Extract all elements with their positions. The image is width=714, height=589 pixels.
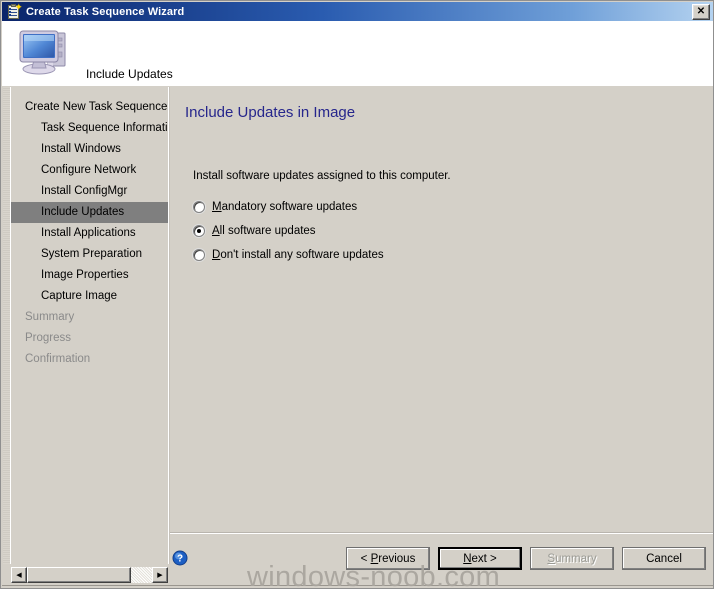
scroll-track[interactable] — [27, 566, 152, 583]
sidebar-item-image-properties[interactable]: Image Properties — [11, 265, 168, 286]
title-bar: ✦ Create Task Sequence Wizard ✕ — [2, 1, 713, 21]
close-icon: ✕ — [696, 6, 706, 17]
cancel-button[interactable]: Cancel — [622, 547, 706, 570]
summary-button: Summary — [530, 547, 614, 570]
scroll-thumb[interactable] — [27, 566, 131, 583]
right-arrow-icon: ▶ — [157, 571, 163, 579]
sidebar-item-install-windows[interactable]: Install Windows — [11, 139, 168, 160]
software-updates-radio-group: Mandatory software updates All software u… — [193, 195, 384, 267]
left-scroll-track[interactable] — [3, 87, 10, 564]
radio-option-0[interactable]: Mandatory software updates — [193, 195, 384, 219]
button-label: Next > — [463, 552, 497, 565]
left-arrow-icon: ◀ — [16, 571, 22, 579]
sidebar-item-create-new-task-sequence[interactable]: Create New Task Sequence — [11, 97, 168, 118]
sidebar-item-summary[interactable]: Summary — [11, 307, 168, 328]
help-icon[interactable]: ? — [172, 550, 188, 566]
button-label: Cancel — [646, 552, 682, 565]
radio-button-icon[interactable] — [193, 201, 205, 213]
sidebar-item-include-updates[interactable]: Include Updates — [11, 202, 168, 223]
radio-option-label: Don't install any software updates — [212, 249, 384, 261]
window-title: Create Task Sequence Wizard — [26, 5, 185, 18]
radio-option-label: Mandatory software updates — [212, 201, 358, 213]
sidebar-item-install-configmgr[interactable]: Install ConfigMgr — [11, 181, 168, 202]
instruction-text: Install software updates assigned to thi… — [193, 170, 451, 182]
next-button[interactable]: Next > — [438, 547, 522, 570]
scroll-left-button[interactable]: ◀ — [11, 566, 27, 583]
radio-button-icon[interactable] — [193, 225, 205, 237]
sidebar-item-install-applications[interactable]: Install Applications — [11, 223, 168, 244]
task-sequence-icon: ✦ — [6, 1, 23, 20]
sidebar-item-confirmation[interactable]: Confirmation — [11, 349, 168, 370]
star-icon: ✦ — [15, 1, 23, 12]
button-label: < Previous — [360, 552, 416, 565]
sidebar-item-task-sequence-information[interactable]: Task Sequence Information — [11, 118, 168, 139]
radio-option-label: All software updates — [212, 225, 316, 237]
wizard-footer: ? < Previous Next > Summary Cancel — [170, 534, 713, 588]
wizard-content-pane: Include Updates in Image Install softwar… — [170, 87, 713, 564]
wizard-banner: Include Updates — [2, 21, 713, 86]
wizard-button-row: < Previous Next > Summary Cancel — [346, 547, 706, 570]
radio-option-2[interactable]: Don't install any software updates — [193, 243, 384, 267]
sidebar-item-configure-network[interactable]: Configure Network — [11, 160, 168, 181]
button-label: Summary — [547, 552, 597, 565]
sidebar-item-system-preparation[interactable]: System Preparation — [11, 244, 168, 265]
scroll-right-button[interactable]: ▶ — [152, 566, 168, 583]
radio-button-icon[interactable] — [193, 249, 205, 261]
radio-option-1[interactable]: All software updates — [193, 219, 384, 243]
window-bottom-edge — [2, 585, 713, 588]
banner-separator — [2, 85, 713, 86]
wizard-steps-sidebar: Create New Task Sequence Task Sequence In… — [11, 87, 168, 564]
sidebar-item-capture-image[interactable]: Capture Image — [11, 286, 168, 307]
sidebar-horizontal-scrollbar[interactable]: ◀ ▶ — [11, 566, 168, 583]
sidebar-item-progress[interactable]: Progress — [11, 328, 168, 349]
close-button[interactable]: ✕ — [692, 3, 710, 20]
page-title: Include Updates in Image — [185, 104, 356, 121]
svg-text:?: ? — [177, 554, 183, 565]
create-task-sequence-wizard-window: ✦ Create Task Sequence Wizard ✕ Include … — [0, 0, 714, 589]
computer-icon — [19, 30, 66, 75]
banner-heading: Include Updates — [86, 67, 173, 81]
previous-button[interactable]: < Previous — [346, 547, 430, 570]
left-scroll-strip[interactable] — [2, 87, 11, 564]
